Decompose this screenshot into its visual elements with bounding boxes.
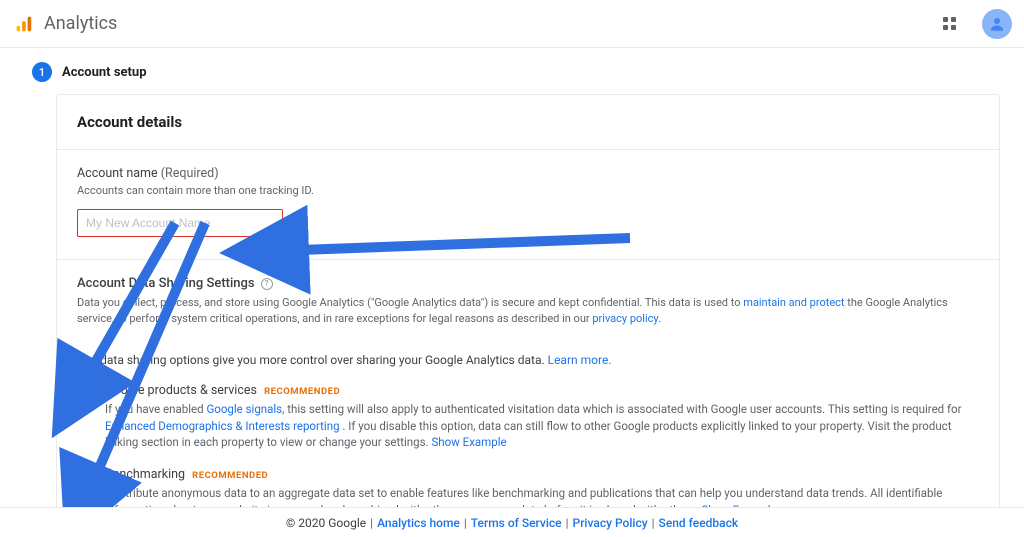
- checkbox-benchmarking[interactable]: [77, 469, 93, 485]
- account-name-section: Account name (Required) Accounts can con…: [57, 150, 999, 259]
- maintain-and-protect-link[interactable]: maintain and protect: [743, 296, 844, 309]
- desc-text: Contribute anonymous data to an aggregat…: [105, 486, 942, 507]
- footer-feedback-link[interactable]: Send feedback: [659, 516, 739, 530]
- stepper: 1 Account setup: [0, 48, 1024, 92]
- desc-p1: If you have enabled: [105, 402, 206, 416]
- recommended-badge: RECOMMENDED: [264, 386, 340, 397]
- data-sharing-blurb: Data you collect, process, and store usi…: [77, 295, 979, 327]
- option-benchmarking: Benchmarking RECOMMENDED Contribute anon…: [77, 467, 979, 507]
- step-badge: 1: [32, 62, 52, 82]
- account-name-required: (Required): [161, 166, 219, 181]
- option-title-text: Benchmarking: [105, 467, 185, 482]
- blurb-part3: .: [658, 312, 661, 325]
- google-signals-link[interactable]: Google signals: [206, 402, 282, 416]
- sharing-lead-text: The data sharing options give you more c…: [77, 353, 548, 367]
- account-name-input[interactable]: [77, 209, 283, 237]
- recommended-badge: RECOMMENDED: [192, 470, 268, 481]
- desc-p2: , this setting will also apply to authen…: [282, 402, 961, 416]
- footer-privacy-link[interactable]: Privacy Policy: [573, 516, 648, 530]
- account-name-label-text: Account name: [77, 166, 158, 181]
- analytics-logo-icon: [12, 13, 34, 35]
- card-header: Account details: [57, 95, 999, 150]
- option-title: Benchmarking RECOMMENDED: [105, 467, 979, 482]
- account-name-help: Accounts can contain more than one track…: [77, 184, 979, 197]
- privacy-policy-link[interactable]: privacy policy: [592, 312, 658, 325]
- data-sharing-title: Account Data Sharing Settings ?: [77, 276, 979, 291]
- account-setup-card: Account details Account name (Required) …: [56, 94, 1000, 507]
- blurb-part1: Data you collect, process, and store usi…: [77, 296, 743, 309]
- appbar-right: [939, 9, 1012, 39]
- step-label: Account setup: [62, 65, 147, 80]
- option-body: Benchmarking RECOMMENDED Contribute anon…: [105, 467, 979, 507]
- data-sharing-section: Account Data Sharing Settings ? Data you…: [57, 260, 999, 507]
- appbar-title: Analytics: [44, 13, 117, 34]
- option-body: Google products & services RECOMMENDED I…: [105, 383, 979, 451]
- footer-copyright: © 2020 Google: [286, 516, 366, 530]
- show-example-link[interactable]: Show Example: [431, 435, 506, 449]
- app-bar: Analytics: [0, 0, 1024, 48]
- data-sharing-title-text: Account Data Sharing Settings: [77, 276, 255, 291]
- option-desc: Contribute anonymous data to an aggregat…: [105, 485, 979, 507]
- footer-terms-link[interactable]: Terms of Service: [471, 516, 562, 530]
- sharing-lead: The data sharing options give you more c…: [77, 353, 979, 367]
- user-avatar[interactable]: [982, 9, 1012, 39]
- appbar-left: Analytics: [12, 13, 117, 35]
- option-google-products: Google products & services RECOMMENDED I…: [77, 383, 979, 451]
- content-scroll[interactable]: 1 Account setup Account details Account …: [0, 48, 1024, 507]
- option-desc: If you have enabled Google signals, this…: [105, 401, 979, 451]
- option-title-text: Google products & services: [105, 383, 257, 398]
- option-title: Google products & services RECOMMENDED: [105, 383, 979, 398]
- learn-more-link[interactable]: Learn more.: [548, 353, 612, 367]
- enhanced-demographics-link[interactable]: Enhanced Demographics & Interests report…: [105, 419, 340, 433]
- account-name-label: Account name (Required): [77, 166, 979, 181]
- footer: © 2020 Google | Analytics home | Terms o…: [0, 507, 1024, 537]
- apps-icon[interactable]: [939, 13, 960, 34]
- footer-analytics-home-link[interactable]: Analytics home: [377, 516, 460, 530]
- help-icon[interactable]: ?: [261, 278, 273, 290]
- checkbox-google-products[interactable]: [77, 385, 93, 401]
